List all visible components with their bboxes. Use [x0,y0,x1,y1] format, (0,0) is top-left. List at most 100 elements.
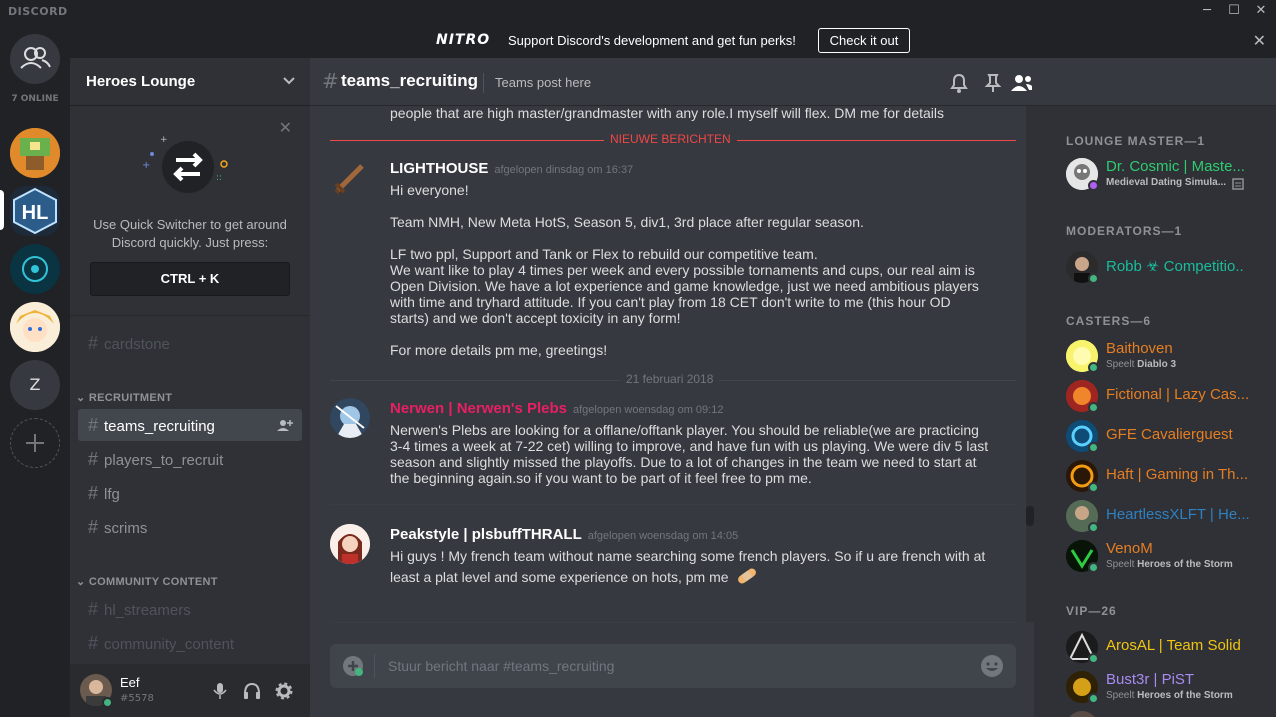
member-item[interactable]: GFE Cavalierguest [1066,418,1276,454]
channel-label: hl_streamers [104,602,191,619]
nitro-logo: NITRO [436,32,491,48]
emoji-picker-icon[interactable] [980,654,1004,678]
channel-label: community_content [104,636,235,653]
composer-divider [374,654,375,678]
channel-teams-recruiting[interactable]: # teams_recruiting [78,409,302,441]
status-dot [1088,180,1099,191]
activity-prefix: Speelt [1106,690,1138,701]
member-item[interactable]: Robb ☣ Competitio.. [1066,249,1276,285]
server-icon-heroes-lounge[interactable]: HL [10,186,60,236]
member-item[interactable]: HeartlessXLFT | He... [1066,498,1276,534]
message-text: Team NMH, New Meta HotS, Season 5, div1,… [390,214,864,230]
avatar[interactable] [330,398,370,438]
role-header: CASTERS—6 [1066,314,1152,328]
member-item[interactable]: Bust3r | PiST Speelt Heroes of the Storm [1066,669,1276,705]
member-activity: Speelt Heroes of the Storm [1106,559,1246,570]
server-list: 7 ONLINE HL Z [0,22,70,717]
nitro-cta-button[interactable]: Check it out [818,28,910,53]
member-item[interactable]: Dr. Cosmic | Maste... Medieval Dating Si… [1066,156,1276,192]
upload-plus-icon[interactable] [342,655,364,677]
server-icon-pixel[interactable] [10,128,60,178]
close-icon[interactable]: ✕ [279,118,292,137]
channel-hl-streamers[interactable]: # hl_streamers [78,593,302,625]
member-item[interactable]: ArosAL | Team Solid [1066,629,1276,665]
message-text: starts) and we don't accept toxicity in … [390,310,681,326]
date-divider-label: 21 februari 2018 [620,372,720,386]
avatar[interactable] [330,524,370,564]
channel-community-content[interactable]: # community_content [78,627,302,659]
svg-text:+: + [160,135,168,145]
nitro-banner: NITRO Support Discord's development and … [0,22,1276,58]
server-icon-letter[interactable]: Z [10,360,60,410]
channel-scrims[interactable]: # scrims [78,511,302,543]
category-recruitment[interactable]: ⌄ RECRUITMENT [76,391,172,404]
hash-icon: # [88,415,99,435]
member-item[interactable]: Fictional | Lazy Cas... [1066,378,1276,414]
status-dot [1088,562,1099,573]
add-server-button[interactable] [10,418,60,468]
microphone-icon[interactable] [212,682,228,700]
message-text: people that are high master/grandmaster … [390,106,945,121]
member-item[interactable] [1066,709,1276,717]
message-text: LF two ppl, Support and Tank or Flex to … [390,246,818,262]
app-brand: DISCORD [8,5,68,18]
scrollbar-thumb[interactable] [1026,506,1034,526]
avatar[interactable] [330,158,370,198]
user-panel: Eef #5578 [70,664,310,717]
message-author[interactable]: LIGHTHOUSE afgelopen dinsdag om 16:37 [390,160,633,177]
message-author[interactable]: Nerwen | Nerwen's Plebs afgelopen woensda… [390,400,723,417]
hash-icon: # [88,599,99,619]
rich-presence-icon [1232,178,1244,190]
members-icon[interactable] [1010,72,1032,94]
member-list-top [1034,106,1276,110]
close-window-icon[interactable]: ✕ [1248,2,1274,20]
message-author[interactable]: Peakstyle | plsbuffTHRALL afgelopen woens… [390,526,738,543]
member-name: ArosAL | Team Solid [1106,637,1241,654]
pin-icon[interactable] [982,72,1004,94]
channel-lfg[interactable]: # lfg [78,477,302,509]
channel-players-to-recruit[interactable]: # players_to_recruit [78,443,302,475]
member-item[interactable]: Baithoven Speelt Diablo 3 [1066,338,1276,374]
message-input[interactable] [388,654,948,678]
scrollbar[interactable] [1026,106,1034,622]
gear-icon[interactable] [275,682,293,700]
server-icon-anime[interactable] [10,302,60,352]
bandage-emoji-icon [738,568,757,584]
active-server-indicator [0,190,4,230]
channel-label: players_to_recruit [104,452,224,469]
headphones-icon[interactable] [243,682,261,700]
member-item[interactable]: Haft | Gaming in Th... [1066,458,1276,494]
friends-home-button[interactable] [10,34,60,84]
minimize-icon[interactable]: ─ [1194,2,1220,20]
message-text: Hi everyone! [390,182,469,198]
status-dot [1088,402,1099,413]
category-label: COMMUNITY CONTENT [88,576,218,588]
quick-switcher-text: Use Quick Switcher to get around Discord… [93,217,287,250]
server-emblem-icon [10,244,60,294]
author-name: Peakstyle | plsbuffTHRALL [390,526,582,543]
status-dot [1088,273,1099,284]
channel-cardstone[interactable]: # cardstone [78,327,302,359]
message-text: Open Division. We have a lot experience … [390,278,979,294]
category-community-content[interactable]: ⌄ COMMUNITY CONTENT [76,575,218,588]
close-icon[interactable]: ✕ [1253,31,1266,50]
activity-game: Heroes of the Storm [1137,559,1233,570]
bell-icon[interactable] [948,72,970,94]
role-header: MODERATORS—1 [1066,224,1183,238]
server-icon-dark[interactable] [10,244,60,294]
guild-header[interactable]: Heroes Lounge [70,58,310,106]
message-composer [330,644,1016,688]
friends-icon [20,47,51,69]
member-item[interactable]: VenoM Speelt Heroes of the Storm [1066,538,1276,574]
avatar [1066,711,1098,717]
hash-icon: # [88,483,99,503]
quick-switcher-arrows-icon: :: + + [142,135,228,193]
author-name: LIGHTHOUSE [390,160,489,177]
date-divider: 21 februari 2018 [330,372,1016,386]
channel-label: cardstone [104,336,170,353]
svg-text:+: + [142,160,150,171]
member-activity: Medieval Dating Simula... [1106,177,1227,188]
hash-icon: # [88,517,99,537]
maximize-icon[interactable]: ☐ [1221,2,1247,20]
invite-icon[interactable] [276,418,294,432]
